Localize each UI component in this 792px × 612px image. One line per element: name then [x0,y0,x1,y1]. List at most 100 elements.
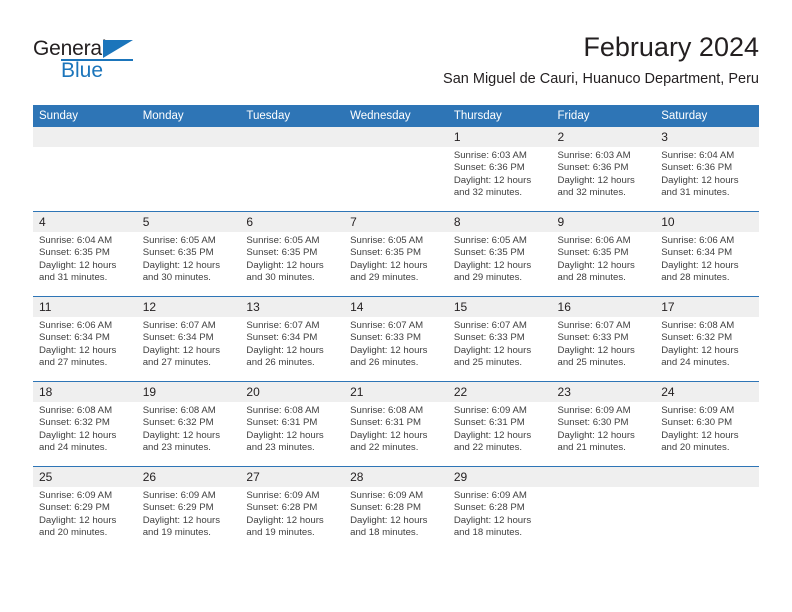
calendar-day-cell[interactable]: 28 Sunrise: 6:09 AM Sunset: 6:28 PM Dayligh… [344,466,448,551]
day-sun-info: Sunrise: 6:07 AM Sunset: 6:33 PM Daylight:… [344,317,448,370]
sunset-text: Sunset: 6:35 PM [453,247,525,259]
calendar-day-cell[interactable]: 23 Sunrise: 6:09 AM Sunset: 6:30 PM Dayligh… [551,381,656,467]
calendar-day-cell[interactable]: 29 Sunrise: 6:09 AM Sunset: 6:28 PM Dayligh… [447,466,552,551]
daylight-text-line1: Daylight: 12 hours [350,259,428,271]
page-header: General Blue February 2024 San Miguel de… [33,30,759,100]
calendar-day-cell[interactable]: 15 Sunrise: 6:07 AM Sunset: 6:33 PM Dayligh… [447,296,552,382]
day-sun-info: Sunrise: 6:05 AM Sunset: 6:35 PM Daylight:… [344,232,448,285]
calendar-day-cell[interactable]: 9 Sunrise: 6:06 AM Sunset: 6:35 PM Daylight… [551,211,656,297]
calendar-day-cell[interactable]: 3 Sunrise: 6:04 AM Sunset: 6:36 PM Daylight… [655,127,759,212]
calendar-day-cell[interactable]: 26 Sunrise: 6:09 AM Sunset: 6:29 PM Dayligh… [136,466,241,551]
daylight-text-line2: and 25 minutes. [557,357,626,369]
daylight-text-line1: Daylight: 12 hours [557,259,635,271]
daylight-text-line2: and 26 minutes. [246,357,315,369]
calendar-day-cell[interactable]: 20 Sunrise: 6:08 AM Sunset: 6:31 PM Dayligh… [240,381,345,467]
sunset-text: Sunset: 6:34 PM [661,247,733,259]
daylight-text-line2: and 32 minutes. [557,187,626,199]
weekday-header-monday: Monday [136,105,241,127]
calendar-day-cell[interactable]: 16 Sunrise: 6:07 AM Sunset: 6:33 PM Dayligh… [551,296,656,382]
calendar-day-cell[interactable]: 11 Sunrise: 6:06 AM Sunset: 6:34 PM Dayligh… [33,296,137,382]
daylight-text-line1: Daylight: 12 hours [246,429,324,441]
page-title: February 2024 [583,32,759,62]
daylight-text-line2: and 20 minutes. [39,527,108,539]
day-sun-info: Sunrise: 6:09 AM Sunset: 6:28 PM Daylight:… [344,487,448,540]
day-number: 7 [344,212,448,232]
day-number: 16 [551,297,656,317]
day-number: 27 [240,467,345,487]
sunrise-text: Sunrise: 6:06 AM [661,235,735,246]
sunset-text: Sunset: 6:33 PM [453,332,525,344]
sunset-text: Sunset: 6:32 PM [142,417,214,429]
sunset-text: Sunset: 6:31 PM [350,417,422,429]
weekday-header-tuesday: Tuesday [240,105,345,127]
daylight-text-line1: Daylight: 12 hours [142,344,221,356]
calendar-day-cell[interactable]: 4 Sunrise: 6:04 AM Sunset: 6:35 PM Daylight… [33,211,137,297]
calendar-day-cell[interactable]: 22 Sunrise: 6:09 AM Sunset: 6:31 PM Dayligh… [447,381,552,467]
sunset-text: Sunset: 6:36 PM [557,162,629,174]
calendar-day-cell[interactable]: 27 Sunrise: 6:09 AM Sunset: 6:28 PM Dayligh… [240,466,345,551]
calendar-week-row: 11 Sunrise: 6:06 AM Sunset: 6:34 PM Dayligh… [33,296,759,382]
daylight-text-line2: and 32 minutes. [453,187,523,199]
calendar-day-cell[interactable]: 24 Sunrise: 6:09 AM Sunset: 6:30 PM Dayligh… [655,381,759,467]
sunrise-text: Sunrise: 6:09 AM [453,405,527,416]
daylight-text-line1: Daylight: 12 hours [350,514,428,526]
sunset-text: Sunset: 6:28 PM [350,502,422,514]
calendar-day-cell[interactable]: 25 Sunrise: 6:09 AM Sunset: 6:29 PM Dayligh… [33,466,137,551]
day-sun-info: Sunrise: 6:09 AM Sunset: 6:31 PM Daylight:… [448,402,552,455]
sunset-text: Sunset: 6:32 PM [39,417,110,429]
day-number: 11 [33,297,137,317]
day-number [655,467,759,487]
day-number [33,127,137,147]
daylight-text-line2: and 23 minutes. [142,442,211,454]
sunset-text: Sunset: 6:33 PM [350,332,422,344]
weekday-header-saturday: Saturday [655,105,759,127]
day-sun-info: Sunrise: 6:03 AM Sunset: 6:36 PM Daylight:… [448,147,552,200]
day-number: 15 [447,297,552,317]
day-sun-info: Sunrise: 6:08 AM Sunset: 6:32 PM Daylight:… [655,317,759,370]
calendar-cell-empty [344,127,448,212]
day-number: 6 [240,212,345,232]
calendar-day-cell[interactable]: 17 Sunrise: 6:08 AM Sunset: 6:32 PM Dayligh… [655,296,759,382]
calendar-day-cell[interactable]: 14 Sunrise: 6:07 AM Sunset: 6:33 PM Dayligh… [344,296,448,382]
sunrise-text: Sunrise: 6:07 AM [453,320,527,331]
calendar-day-cell[interactable]: 10 Sunrise: 6:06 AM Sunset: 6:34 PM Dayligh… [655,211,759,297]
day-sun-info: Sunrise: 6:09 AM Sunset: 6:30 PM Daylight:… [655,402,759,455]
calendar-day-cell[interactable]: 13 Sunrise: 6:07 AM Sunset: 6:34 PM Dayligh… [240,296,345,382]
day-sun-info: Sunrise: 6:08 AM Sunset: 6:31 PM Daylight:… [344,402,448,455]
daylight-text-line2: and 25 minutes. [453,357,523,369]
calendar-day-cell[interactable]: 18 Sunrise: 6:08 AM Sunset: 6:32 PM Dayligh… [33,381,137,467]
calendar-day-cell[interactable]: 7 Sunrise: 6:05 AM Sunset: 6:35 PM Daylight… [344,211,448,297]
weekday-header-thursday: Thursday [447,105,552,127]
calendar-table: Sunday Monday Tuesday Wednesday Thursday… [33,105,759,551]
daylight-text-line2: and 21 minutes. [557,442,626,454]
daylight-text-line2: and 23 minutes. [246,442,315,454]
sunrise-text: Sunrise: 6:09 AM [350,490,424,501]
daylight-text-line1: Daylight: 12 hours [661,429,739,441]
day-sun-info: Sunrise: 6:09 AM Sunset: 6:28 PM Daylight:… [240,487,344,540]
calendar-day-cell[interactable]: 21 Sunrise: 6:08 AM Sunset: 6:31 PM Dayligh… [344,381,448,467]
day-number: 2 [551,127,656,147]
calendar-day-cell[interactable]: 2 Sunrise: 6:03 AM Sunset: 6:36 PM Daylight… [551,127,656,212]
daylight-text-line1: Daylight: 12 hours [557,174,635,186]
calendar-day-cell[interactable]: 1 Sunrise: 6:03 AM Sunset: 6:36 PM Daylight… [447,127,552,212]
daylight-text-line1: Daylight: 12 hours [661,344,739,356]
daylight-text-line1: Daylight: 12 hours [350,344,428,356]
calendar-day-cell[interactable]: 8 Sunrise: 6:05 AM Sunset: 6:35 PM Daylight… [447,211,552,297]
day-sun-info: Sunrise: 6:06 AM Sunset: 6:34 PM Daylight:… [655,232,759,285]
calendar-day-cell[interactable]: 19 Sunrise: 6:08 AM Sunset: 6:32 PM Dayligh… [136,381,241,467]
general-blue-logo[interactable]: General Blue [33,38,163,86]
daylight-text-line2: and 18 minutes. [350,527,419,539]
calendar-body: 1 Sunrise: 6:03 AM Sunset: 6:36 PM Daylight… [33,127,759,551]
calendar-day-cell[interactable]: 6 Sunrise: 6:05 AM Sunset: 6:35 PM Daylight… [240,211,345,297]
daylight-text-line2: and 31 minutes. [39,272,108,284]
day-sun-info: Sunrise: 6:07 AM Sunset: 6:34 PM Daylight:… [240,317,344,370]
sunset-text: Sunset: 6:35 PM [350,247,422,259]
sunrise-text: Sunrise: 6:08 AM [246,405,320,416]
day-number: 29 [447,467,552,487]
calendar-day-cell[interactable]: 5 Sunrise: 6:05 AM Sunset: 6:35 PM Daylight… [136,211,241,297]
day-number: 17 [655,297,759,317]
calendar-week-row: 18 Sunrise: 6:08 AM Sunset: 6:32 PM Dayligh… [33,381,759,467]
sunrise-text: Sunrise: 6:09 AM [453,490,527,501]
daylight-text-line2: and 18 minutes. [453,527,523,539]
calendar-day-cell[interactable]: 12 Sunrise: 6:07 AM Sunset: 6:34 PM Dayligh… [136,296,241,382]
